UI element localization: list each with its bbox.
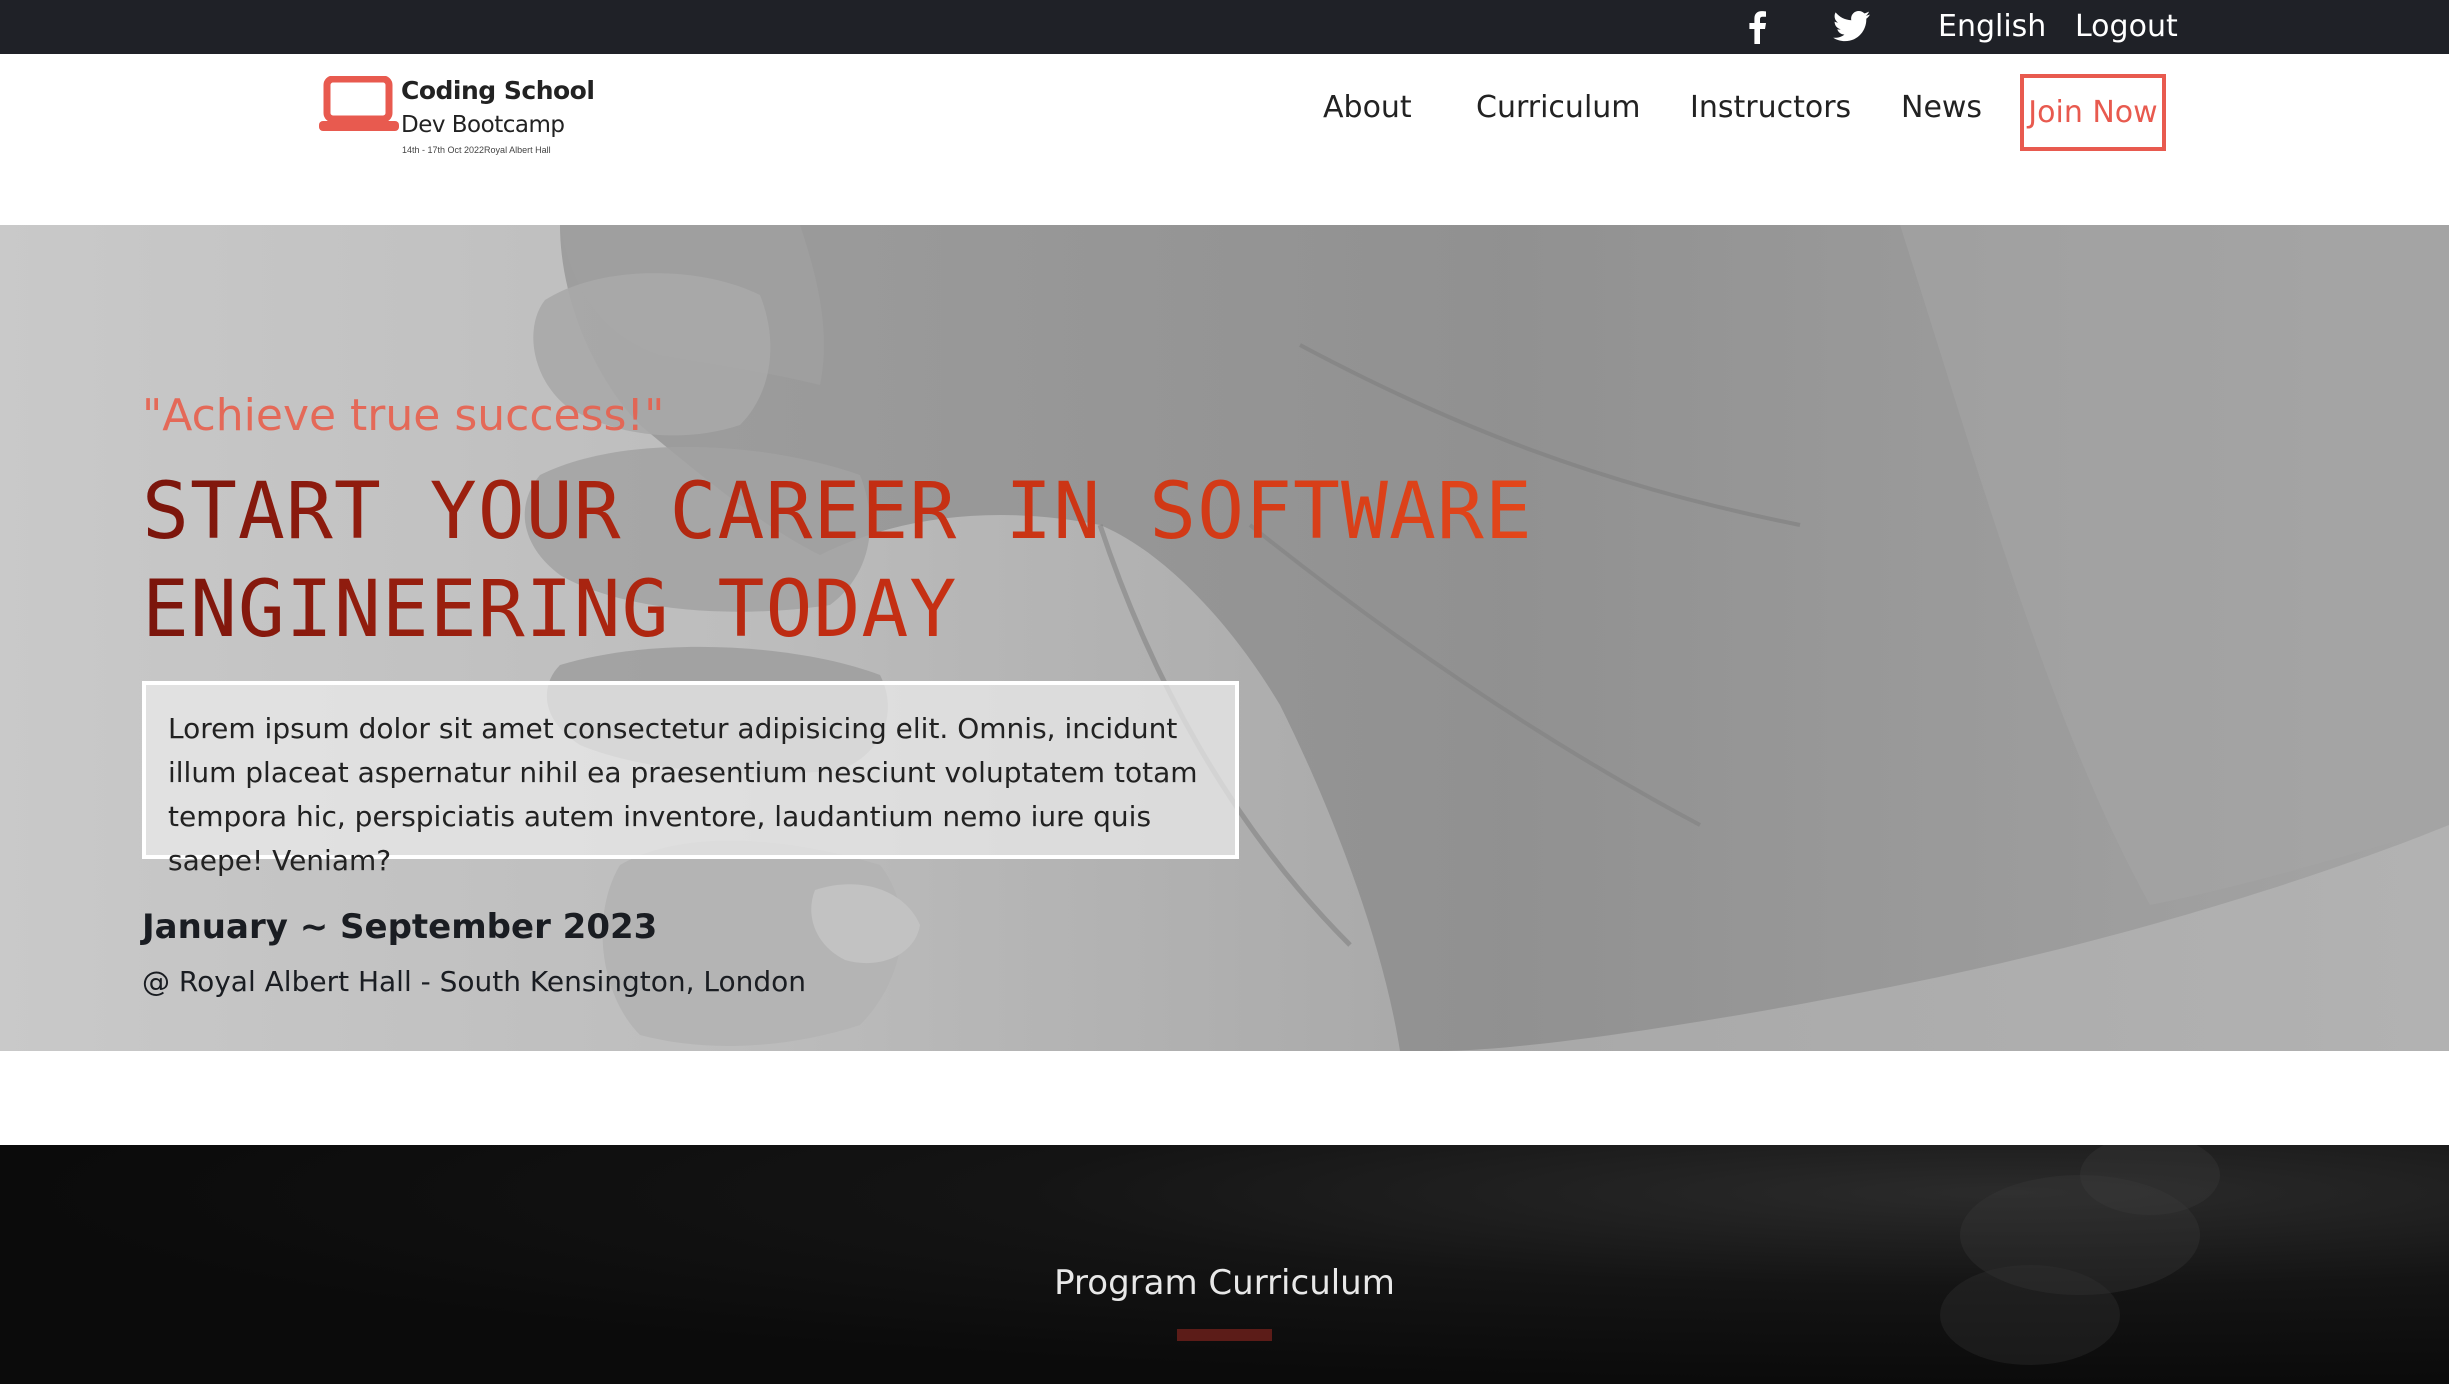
nav-news[interactable]: News (1901, 90, 1982, 126)
top-bar: English Logout (0, 0, 2449, 54)
section-title: Program Curriculum (1054, 1263, 1395, 1303)
logo-program-name: Dev Bootcamp (401, 112, 565, 138)
facebook-icon[interactable] (1742, 10, 1774, 45)
logo-event-details: 14th - 17th Oct 2022Royal Albert Hall (402, 145, 551, 155)
main-navbar: Coding School Dev Bootcamp 14th - 17th O… (0, 54, 2449, 225)
site-logo[interactable]: Coding School Dev Bootcamp 14th - 17th O… (318, 64, 595, 164)
logo-school-name: Coding School (401, 76, 595, 105)
logout-link[interactable]: Logout (2075, 8, 2178, 46)
nav-curriculum[interactable]: Curriculum (1476, 90, 1641, 126)
nav-about[interactable]: About (1323, 90, 1412, 126)
hero-section: "Achieve true success!" START YOUR CAREE… (0, 225, 2449, 1051)
hero-title-line-2: ENGINEERING TODAY (142, 565, 958, 655)
hero-title: START YOUR CAREER IN SOFTWARE ENGINEERIN… (142, 463, 1642, 659)
event-dates: January ~ September 2023 (142, 907, 658, 947)
hero-title-line-1: START YOUR CAREER IN SOFTWARE (142, 467, 1533, 557)
language-link[interactable]: English (1938, 8, 2046, 46)
twitter-icon[interactable] (1833, 10, 1871, 44)
curriculum-section: Program Curriculum (0, 1145, 2449, 1384)
event-venue: @ Royal Albert Hall - South Kensington, … (142, 965, 807, 998)
nav-instructors[interactable]: Instructors (1690, 90, 1851, 126)
laptop-icon (318, 75, 402, 136)
join-now-button[interactable]: Join Now (2020, 74, 2166, 151)
hero-description: Lorem ipsum dolor sit amet consectetur a… (142, 681, 1239, 877)
hero-tagline: "Achieve true success!" (142, 390, 665, 441)
section-title-underline (1177, 1329, 1272, 1341)
